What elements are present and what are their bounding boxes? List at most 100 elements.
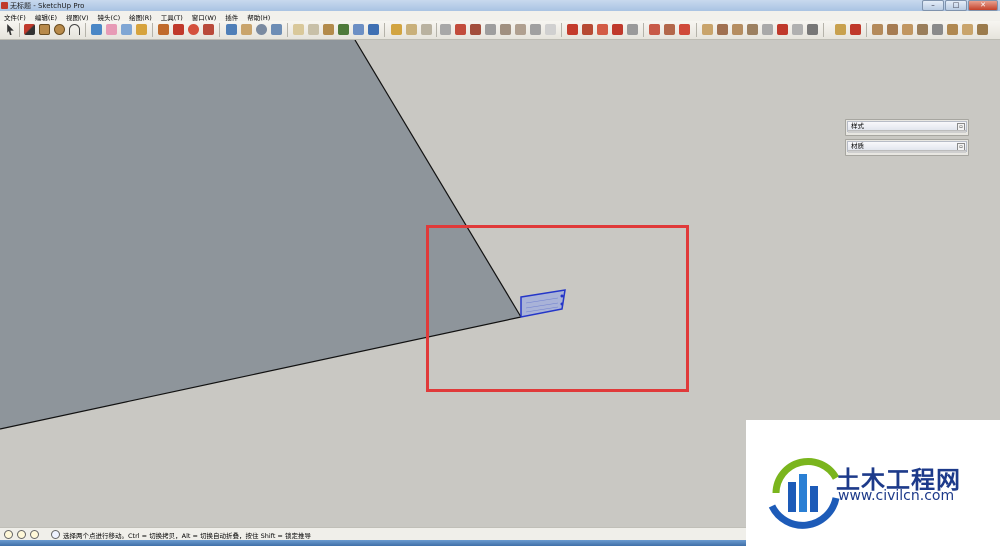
panel-resize-bar[interactable] — [848, 150, 966, 153]
layout-icon[interactable] — [353, 24, 364, 35]
toolbar-separator — [85, 23, 86, 37]
menu-help[interactable]: 帮助(H) — [243, 11, 275, 22]
outer-shell-icon[interactable] — [702, 24, 713, 35]
push-pull-icon[interactable] — [158, 24, 169, 35]
menu-plugins[interactable]: 插件 — [221, 11, 243, 22]
paint-bucket-icon[interactable] — [136, 24, 147, 35]
select-tool-icon[interactable] — [7, 24, 14, 35]
styles-panel[interactable]: 样式 ▫ — [845, 119, 969, 136]
add-detail-icon[interactable] — [649, 24, 660, 35]
face-style-icon[interactable] — [962, 24, 973, 35]
text-tool-icon[interactable] — [807, 24, 818, 35]
view-iso-icon[interactable] — [440, 24, 451, 35]
view-front-icon[interactable] — [470, 24, 481, 35]
menu-tools[interactable]: 工具(T) — [157, 11, 188, 22]
gray-surface-face[interactable] — [0, 40, 521, 429]
geo-location-icon[interactable] — [4, 530, 13, 539]
toolbar-separator — [823, 23, 824, 37]
menu-draw[interactable]: 绘图(R) — [125, 11, 157, 22]
window-title: 无标题 - SketchUp Pro — [10, 2, 85, 10]
toolbar-separator — [152, 23, 153, 37]
view-top-icon[interactable] — [455, 24, 466, 35]
minimize-button[interactable]: – — [922, 0, 944, 11]
panel-resize-bar[interactable] — [848, 130, 966, 133]
toolbar-separator — [696, 23, 697, 37]
extension-warehouse-icon[interactable] — [338, 24, 349, 35]
stamp-icon[interactable] — [612, 24, 623, 35]
orbit-tool-icon[interactable] — [226, 24, 237, 35]
menu-edit[interactable]: 编辑(E) — [31, 11, 62, 22]
section-plane-icon[interactable] — [406, 24, 417, 35]
edge-style-icon[interactable] — [947, 24, 958, 35]
3d-text-icon[interactable] — [850, 24, 861, 35]
shadows-icon[interactable] — [917, 24, 928, 35]
split-icon[interactable] — [762, 24, 773, 35]
intersect-icon[interactable] — [717, 24, 728, 35]
solid-union-icon[interactable] — [679, 24, 690, 35]
components-icon[interactable] — [323, 24, 334, 35]
toolbar-separator — [436, 23, 437, 37]
materials-panel[interactable]: 材质 ▫ — [845, 139, 969, 156]
view-right-icon[interactable] — [485, 24, 496, 35]
wireframe-style-icon[interactable] — [545, 24, 556, 35]
menu-view[interactable]: 视图(V) — [62, 11, 94, 22]
sandbox-from-scratch-icon[interactable] — [582, 24, 593, 35]
zoom-tool-icon[interactable] — [256, 24, 267, 35]
make-component-icon[interactable] — [91, 24, 102, 35]
line-tool-icon[interactable] — [24, 24, 35, 35]
toolbar-separator — [866, 23, 867, 37]
rotate-tool-icon[interactable] — [188, 24, 199, 35]
menu-window[interactable]: 窗口(W) — [188, 11, 222, 22]
toolbar-separator — [384, 23, 385, 37]
move-tool-icon[interactable] — [173, 24, 184, 35]
axes-icon[interactable] — [835, 24, 846, 35]
warehouse-icon[interactable] — [293, 24, 304, 35]
zoom-extents-icon[interactable] — [271, 24, 282, 35]
main-toolbar — [0, 21, 1000, 40]
paint-style-icon[interactable] — [391, 24, 402, 35]
close-button[interactable]: ✕ — [968, 0, 998, 11]
status-message: 选择两个点进行移动。Ctrl = 切换拷贝，Alt = 切换自动折叠，按住 Sh… — [63, 532, 311, 540]
eraser-tool-icon[interactable] — [106, 24, 117, 35]
walk-icon[interactable] — [887, 24, 898, 35]
user-icon[interactable] — [30, 530, 39, 539]
rectangle-tool-icon[interactable] — [39, 24, 50, 35]
tape-measure-icon[interactable] — [121, 24, 132, 35]
toolbar-separator — [219, 23, 220, 37]
watermark-logo: 土木工程网 www.civilcn.com — [746, 420, 1000, 546]
smoove-icon[interactable] — [597, 24, 608, 35]
drape-icon[interactable] — [627, 24, 638, 35]
move-cursor-icon — [520, 289, 566, 318]
toolbar-separator — [561, 23, 562, 37]
google-earth-icon[interactable] — [368, 24, 379, 35]
follow-me-icon[interactable] — [203, 24, 214, 35]
share-model-icon[interactable] — [308, 24, 319, 35]
watermark-site-url: www.civilcn.com — [838, 488, 955, 504]
subtract-icon[interactable] — [732, 24, 743, 35]
circle-tool-icon[interactable] — [54, 24, 65, 35]
maximize-button[interactable]: □ — [945, 0, 967, 11]
look-around-icon[interactable] — [902, 24, 913, 35]
view-back-icon[interactable] — [500, 24, 511, 35]
flip-edge-icon[interactable] — [664, 24, 675, 35]
protractor-icon[interactable] — [792, 24, 803, 35]
pan-tool-icon[interactable] — [241, 24, 252, 35]
arc-tool-icon[interactable] — [69, 24, 80, 35]
civilcn-logo-icon — [768, 458, 840, 529]
help-icon[interactable] — [51, 530, 60, 539]
menu-file[interactable]: 文件(F) — [0, 11, 31, 22]
sandbox-from-contours-icon[interactable] — [567, 24, 578, 35]
view-left-icon[interactable] — [515, 24, 526, 35]
section-display-icon[interactable] — [421, 24, 432, 35]
credits-icon[interactable] — [17, 530, 26, 539]
window-controls: – □ ✕ — [922, 0, 998, 11]
dimension-icon[interactable] — [777, 24, 788, 35]
position-camera-icon[interactable] — [872, 24, 883, 35]
sketchup-app-icon — [1, 2, 8, 9]
trim-icon[interactable] — [747, 24, 758, 35]
toolbar-separator — [19, 23, 20, 37]
menu-camera[interactable]: 镜头(C) — [94, 11, 126, 22]
match-photo-icon[interactable] — [977, 24, 988, 35]
xray-style-icon[interactable] — [530, 24, 541, 35]
fog-icon[interactable] — [932, 24, 943, 35]
